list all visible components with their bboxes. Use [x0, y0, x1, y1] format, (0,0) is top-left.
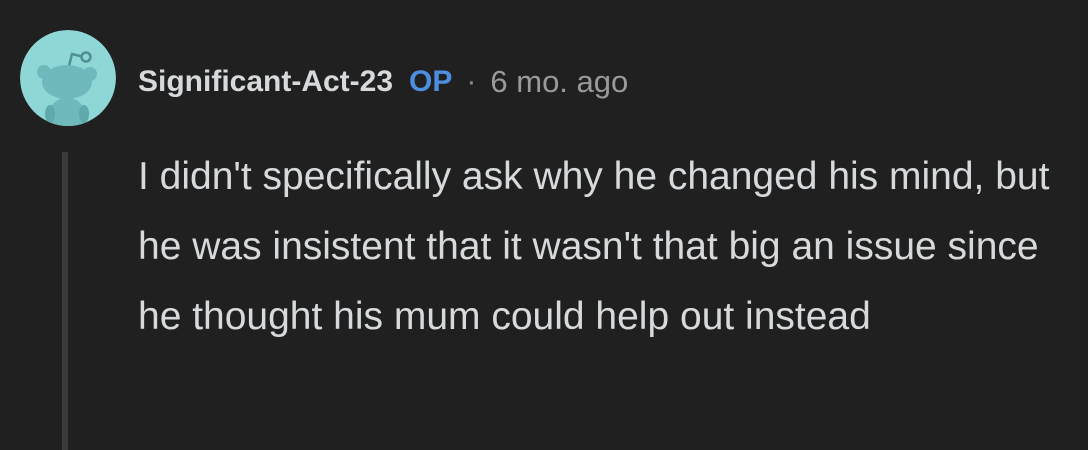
comment-body: I didn't specifically ask why he changed… — [138, 155, 1050, 338]
reddit-snoo-avatar-icon — [20, 30, 116, 126]
op-badge: OP — [409, 65, 453, 98]
comment-card: Significant-Act-23 OP · 6 mo. ago I didn… — [0, 0, 1088, 450]
meta-separator: · — [466, 65, 477, 98]
comment-meta: Significant-Act-23 OP · 6 mo. ago — [138, 60, 628, 104]
comment-timestamp[interactable]: 6 mo. ago — [490, 64, 628, 100]
thread-collapse-line[interactable] — [62, 152, 68, 450]
username-link[interactable]: Significant-Act-23 — [138, 65, 393, 99]
avatar[interactable] — [20, 30, 116, 126]
